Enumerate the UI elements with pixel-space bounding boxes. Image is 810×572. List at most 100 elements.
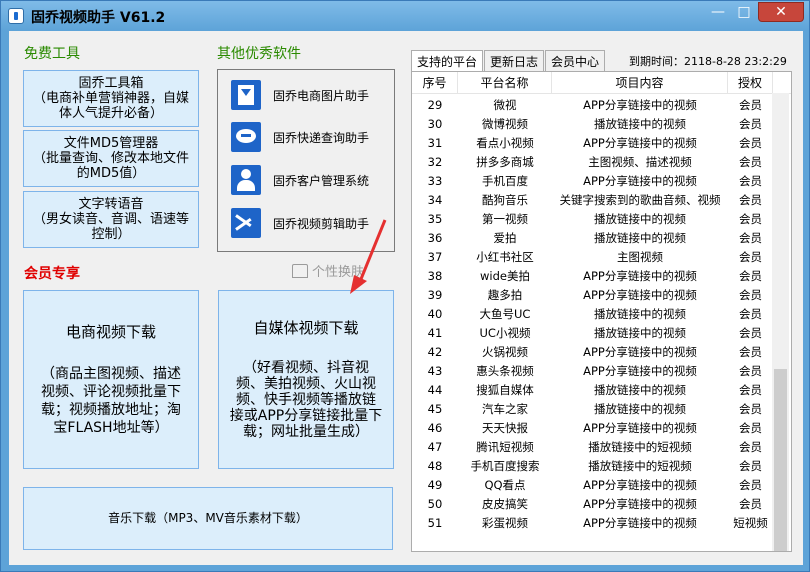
button-desc: 宝FLASH地址等） (53, 419, 169, 436)
table-cell: 50 (427, 496, 443, 511)
table-cell: 拼多多商城 (476, 154, 534, 169)
tab-member-center[interactable]: 会员中心 (545, 50, 606, 71)
title-bar: 固乔视频助手 V61.2 — □ ✕ (1, 1, 809, 31)
express-icon (231, 122, 261, 152)
button-desc: 的MD5值） (76, 166, 146, 181)
software-label: 固乔视频剪辑助手 (273, 216, 370, 231)
table-cell: 47 (427, 439, 443, 454)
table-row[interactable]: 48 手机百度搜索 播放链接中的短视频 会员 (412, 456, 791, 475)
table-cell: 播放链接中的视频 (594, 325, 686, 340)
table-cell: 36 (427, 230, 443, 245)
button-title: 文字转语音 (78, 197, 144, 212)
software-item-video-edit[interactable]: 固乔视频剪辑助手 (231, 206, 391, 240)
table-row[interactable]: 51 彩蛋视频 APP分享链接中的视频 短视频 (412, 513, 791, 532)
table-row[interactable]: 32 拼多多商城 主图视频、描述视频 会员 (412, 152, 791, 171)
table-cell: 看点小视频 (476, 135, 534, 150)
table-cell: 皮皮搞笑 (482, 496, 528, 511)
table-cell: 会员 (739, 211, 762, 226)
table-row[interactable]: 47 腾讯短视频 播放链接中的短视频 会员 (412, 437, 791, 456)
column-header[interactable]: 平台名称 (458, 72, 552, 93)
table-row[interactable]: 31 看点小视频 APP分享链接中的视频 会员 (412, 133, 791, 152)
button-desc: 频、美拍视频、火山视 (236, 375, 376, 392)
table-cell: 短视频 (733, 515, 768, 530)
table-cell: 会员 (739, 268, 762, 283)
table-cell: 30 (427, 116, 443, 131)
table-cell: APP分享链接中的视频 (583, 496, 697, 511)
button-title: 音乐下载（MP3、MV音乐素材下载） (108, 511, 308, 525)
table-row[interactable]: 30 微博视频 播放链接中的视频 会员 (412, 114, 791, 133)
other-software-panel: 固乔电商图片助手 固乔快递查询助手 固乔客户管理系统 固乔视频剪辑助手 (217, 69, 395, 252)
table-row[interactable]: 45 汽车之家 播放链接中的视频 会员 (412, 399, 791, 418)
table-cell: 51 (427, 515, 443, 530)
table-row[interactable]: 33 手机百度 APP分享链接中的视频 会员 (412, 171, 791, 190)
table-cell: 关键字搜索到的歌曲音频、视频 (559, 192, 721, 207)
free-tools-heading: 免费工具 (24, 46, 80, 62)
table-row[interactable]: 29 微视 APP分享链接中的视频 会员 (412, 95, 791, 114)
table-cell: 播放链接中的视频 (594, 116, 686, 131)
table-row[interactable]: 49 QQ看点 APP分享链接中的视频 会员 (412, 475, 791, 494)
table-cell: 汽车之家 (482, 401, 528, 416)
table-row[interactable]: 46 天天快报 APP分享链接中的视频 会员 (412, 418, 791, 437)
table-cell: 45 (427, 401, 443, 416)
music-download-button[interactable]: 音乐下载（MP3、MV音乐素材下载） (23, 487, 393, 550)
skin-button[interactable]: 个性换肤 (292, 261, 364, 280)
table-cell: 火锅视频 (482, 344, 528, 359)
tab-supported-platforms[interactable]: 支持的平台 (411, 50, 484, 72)
minimize-button[interactable]: — (705, 2, 731, 22)
tab-changelog[interactable]: 更新日志 (484, 50, 545, 71)
selfmedia-video-download-button[interactable]: 自媒体视频下载 （好看视频、抖音视 频、美拍视频、火山视 频、快手视频等播放链 … (218, 290, 394, 469)
main-panel: 免费工具 固乔工具箱 （电商补单营销神器，自媒 体人气提升必备） 文件MD5管理… (9, 31, 803, 565)
expiry-time: 到期时间：2118-8-28 23:2:29 (629, 55, 787, 68)
window-title: 固乔视频助手 V61.2 (31, 10, 166, 26)
table-cell: 主图视频 (617, 249, 663, 264)
app-window: 固乔视频助手 V61.2 — □ ✕ 免费工具 固乔工具箱 （电商补单营销神器，… (0, 0, 810, 572)
table-cell: 43 (427, 363, 443, 378)
table-row[interactable]: 39 趣多拍 APP分享链接中的视频 会员 (412, 285, 791, 304)
button-title: 文件MD5管理器 (63, 136, 159, 151)
column-header[interactable]: 授权 (728, 72, 773, 93)
vertical-scrollbar[interactable] (772, 93, 789, 551)
software-item-customer[interactable]: 固乔客户管理系统 (231, 163, 391, 197)
software-label: 固乔电商图片助手 (273, 88, 370, 103)
table-row[interactable]: 37 小红书社区 主图视频 会员 (412, 247, 791, 266)
table-row[interactable]: 34 酷狗音乐 关键字搜索到的歌曲音频、视频 会员 (412, 190, 791, 209)
table-cell: 42 (427, 344, 443, 359)
table-cell: APP分享链接中的视频 (583, 344, 697, 359)
table-row[interactable]: 41 UC小视频 播放链接中的视频 会员 (412, 323, 791, 342)
table-cell: 播放链接中的短视频 (588, 458, 692, 473)
column-header[interactable]: 项目内容 (552, 72, 728, 93)
other-software-heading: 其他优秀软件 (217, 46, 301, 62)
table-cell: 40 (427, 306, 443, 321)
table-cell: 腾讯短视频 (476, 439, 534, 454)
button-desc: 载；网址批量生成） (243, 423, 369, 440)
table-cell: 48 (427, 458, 443, 473)
ecommerce-video-download-button[interactable]: 电商视频下载 （商品主图视频、描述 视频、评论视频批量下 载；视频播放地址；淘 … (23, 290, 199, 469)
scrollbar-thumb[interactable] (774, 369, 787, 551)
column-header[interactable]: 序号 (412, 72, 458, 93)
maximize-button[interactable]: □ (731, 2, 757, 22)
text-to-speech-button[interactable]: 文字转语音 （男女读音、音调、语速等 控制） (23, 191, 199, 248)
button-desc: （批量查询、修改本地文件 (32, 151, 189, 166)
table-row[interactable]: 35 第一视频 播放链接中的视频 会员 (412, 209, 791, 228)
close-button[interactable]: ✕ (758, 2, 804, 22)
table-cell: 会员 (739, 97, 762, 112)
table-row[interactable]: 38 wide美拍 APP分享链接中的视频 会员 (412, 266, 791, 285)
table-row[interactable]: 42 火锅视频 APP分享链接中的视频 会员 (412, 342, 791, 361)
table-cell: APP分享链接中的视频 (583, 135, 697, 150)
table-cell: 会员 (739, 439, 762, 454)
table-row[interactable]: 36 爱拍 播放链接中的视频 会员 (412, 228, 791, 247)
table-cell: 播放链接中的视频 (594, 230, 686, 245)
table-cell: 微博视频 (482, 116, 528, 131)
table-cell: 趣多拍 (487, 287, 523, 302)
table-row[interactable]: 43 惠头条视频 APP分享链接中的视频 会员 (412, 361, 791, 380)
software-item-image-helper[interactable]: 固乔电商图片助手 (231, 78, 391, 112)
toolbox-button[interactable]: 固乔工具箱 （电商补单营销神器，自媒 体人气提升必备） (23, 70, 199, 127)
md5-manager-button[interactable]: 文件MD5管理器 （批量查询、修改本地文件 的MD5值） (23, 130, 199, 187)
table-row[interactable]: 50 皮皮搞笑 APP分享链接中的视频 会员 (412, 494, 791, 513)
table-cell: 会员 (739, 420, 762, 435)
table-cell: 第一视频 (482, 211, 528, 226)
table-cell: 播放链接中的视频 (594, 401, 686, 416)
table-row[interactable]: 44 搜狐自媒体 播放链接中的视频 会员 (412, 380, 791, 399)
software-item-express[interactable]: 固乔快递查询助手 (231, 120, 391, 154)
table-row[interactable]: 40 大鱼号UC 播放链接中的视频 会员 (412, 304, 791, 323)
